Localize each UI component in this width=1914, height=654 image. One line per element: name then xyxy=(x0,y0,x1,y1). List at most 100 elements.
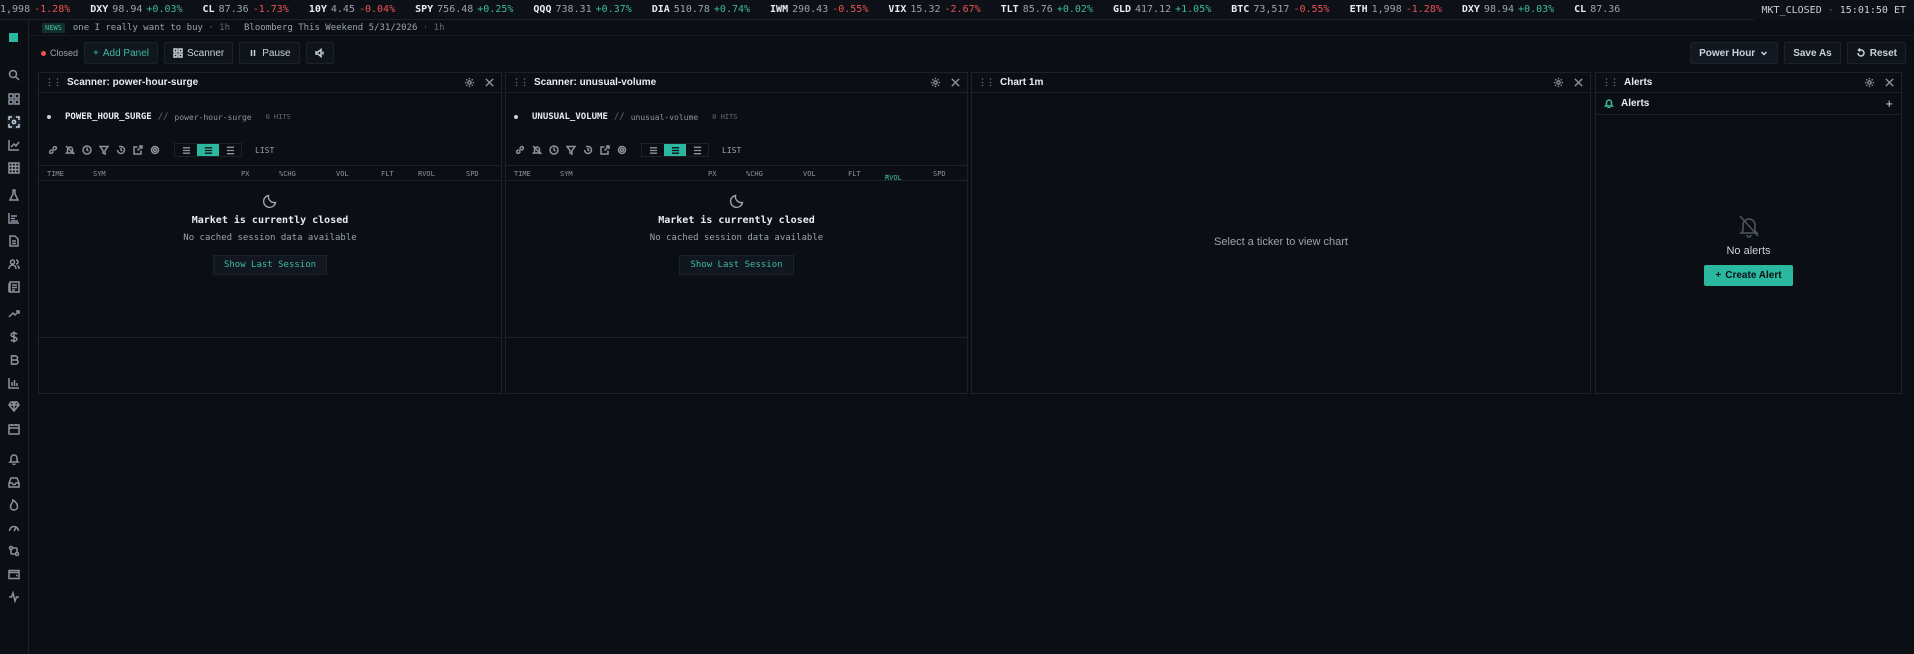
news-item[interactable]: one I really want to buy · 1h xyxy=(73,23,230,33)
drag-handle-icon[interactable]: ⋮⋮ xyxy=(512,77,529,88)
col-spd[interactable]: SPD xyxy=(466,170,479,178)
ticker-item[interactable]: TLT 85.76 +0.02% xyxy=(1001,4,1093,15)
git-compare-icon[interactable] xyxy=(7,544,21,558)
settings-icon[interactable] xyxy=(929,77,941,89)
col-chg[interactable]: %CHG xyxy=(746,170,763,178)
col-chg[interactable]: %CHG xyxy=(279,170,296,178)
col-px[interactable]: PX xyxy=(708,170,716,178)
external-link-icon[interactable] xyxy=(599,144,611,156)
close-icon[interactable] xyxy=(483,77,495,89)
inbox-icon[interactable] xyxy=(7,475,21,489)
ticker-item[interactable]: IWM 290.43 -0.55% xyxy=(770,4,868,15)
density-wide-button[interactable] xyxy=(219,144,241,156)
drag-handle-icon[interactable]: ⋮⋮ xyxy=(1602,77,1619,88)
col-time[interactable]: TIME xyxy=(47,170,64,178)
ticker-item[interactable]: DXY 98.94 +0.03% xyxy=(1462,4,1554,15)
bell-off-icon[interactable] xyxy=(64,144,76,156)
external-link-icon[interactable] xyxy=(132,144,144,156)
ticker-item[interactable]: 10Y 4.45 -0.04% xyxy=(309,4,395,15)
line-chart-icon[interactable] xyxy=(7,138,21,152)
col-px[interactable]: PX xyxy=(241,170,249,178)
show-last-session-button[interactable]: Show Last Session xyxy=(679,255,794,275)
link-icon[interactable] xyxy=(47,144,59,156)
ticker-item[interactable]: ETH 1,998 -1.28% xyxy=(1350,4,1442,15)
density-normal-button[interactable] xyxy=(664,144,686,156)
users-icon[interactable] xyxy=(7,257,21,271)
document-icon[interactable] xyxy=(7,234,21,248)
ticker-item[interactable]: VIX 15.32 -2.67% xyxy=(888,4,980,15)
ticker-item[interactable]: GLD 417.12 +1.05% xyxy=(1113,4,1211,15)
ticker-item[interactable]: QQQ 738.31 +0.37% xyxy=(533,4,631,15)
wallet-icon[interactable] xyxy=(7,567,21,581)
col-flt[interactable]: FLT xyxy=(381,170,394,178)
activity-icon[interactable] xyxy=(7,590,21,604)
close-icon[interactable] xyxy=(1883,77,1895,89)
history-icon[interactable] xyxy=(115,144,127,156)
col-rvol[interactable]: RVOL xyxy=(418,170,435,178)
ticker-item[interactable]: BTC 73,517 -0.55% xyxy=(1231,4,1329,15)
table-icon[interactable] xyxy=(7,161,21,175)
scanner-button[interactable]: Scanner xyxy=(164,42,234,64)
history-icon[interactable] xyxy=(582,144,594,156)
clock-icon[interactable] xyxy=(81,144,93,156)
scanner-icon[interactable] xyxy=(7,115,21,129)
settings-icon[interactable] xyxy=(463,77,475,89)
clock-icon[interactable] xyxy=(548,144,560,156)
density-compact-button[interactable] xyxy=(642,144,664,156)
settings-icon[interactable] xyxy=(1552,77,1564,89)
gauge-icon[interactable] xyxy=(7,521,21,535)
pause-button[interactable]: Pause xyxy=(239,42,300,64)
settings-icon[interactable] xyxy=(1863,77,1875,89)
col-spd[interactable]: SPD xyxy=(933,170,946,178)
density-normal-button[interactable] xyxy=(197,144,219,156)
calendar-icon[interactable] xyxy=(7,422,21,436)
col-flt[interactable]: FLT xyxy=(848,170,861,178)
show-last-session-button[interactable]: Show Last Session xyxy=(212,255,328,275)
density-compact-button[interactable] xyxy=(175,144,197,156)
bar-chart-icon[interactable] xyxy=(7,376,21,390)
add-alert-button[interactable]: + xyxy=(1885,96,1893,111)
reset-button[interactable]: Reset xyxy=(1846,42,1906,64)
ticker-item[interactable]: CL 87.36 xyxy=(1574,4,1620,15)
close-icon[interactable] xyxy=(949,77,961,89)
col-sym[interactable]: SYM xyxy=(93,170,106,178)
ticker-item[interactable]: CL 87.36 -1.73% xyxy=(203,4,289,15)
filter-icon[interactable] xyxy=(98,144,110,156)
col-vol[interactable]: VOL xyxy=(336,170,349,178)
bar-list-icon[interactable] xyxy=(7,211,21,225)
col-rvol-sorted[interactable]: RVOL ⌄ xyxy=(885,170,902,182)
density-wide-button[interactable] xyxy=(686,144,708,156)
ticker-item[interactable]: SPY 756.48 +0.25% xyxy=(415,4,513,15)
bell-icon[interactable] xyxy=(7,452,21,466)
create-alert-button[interactable]: + Create Alert xyxy=(1704,265,1793,286)
app-logo[interactable] xyxy=(9,33,18,42)
ticker-item[interactable]: DIA 510.78 +0.74% xyxy=(652,4,750,15)
list-view-label[interactable]: LIST xyxy=(722,146,741,155)
bell-off-icon[interactable] xyxy=(531,144,543,156)
news-icon[interactable] xyxy=(7,280,21,294)
gear-icon[interactable] xyxy=(616,144,628,156)
bitcoin-icon[interactable] xyxy=(7,353,21,367)
mute-button[interactable] xyxy=(305,42,334,64)
search-icon[interactable] xyxy=(7,68,21,82)
ticker-item[interactable]: 1,998 -1.28% xyxy=(0,4,70,15)
diamond-icon[interactable] xyxy=(7,399,21,413)
dollar-icon[interactable] xyxy=(7,330,21,344)
flask-icon[interactable] xyxy=(7,188,21,202)
dashboard-icon[interactable] xyxy=(7,92,21,106)
col-time[interactable]: TIME xyxy=(514,170,531,178)
flame-icon[interactable] xyxy=(7,498,21,512)
col-sym[interactable]: SYM xyxy=(560,170,573,178)
trending-up-icon[interactable] xyxy=(7,307,21,321)
drag-handle-icon[interactable]: ⋮⋮ xyxy=(45,77,62,88)
add-panel-button[interactable]: + Add Panel xyxy=(84,42,159,64)
save-as-button[interactable]: Save As xyxy=(1784,42,1841,64)
link-icon[interactable] xyxy=(514,144,526,156)
ticker-item[interactable]: DXY 98.94 +0.03% xyxy=(90,4,182,15)
col-vol[interactable]: VOL xyxy=(803,170,816,178)
list-view-label[interactable]: LIST xyxy=(255,146,274,155)
close-icon[interactable] xyxy=(1572,77,1584,89)
filter-icon[interactable] xyxy=(565,144,577,156)
gear-icon[interactable] xyxy=(149,144,161,156)
news-item[interactable]: Bloomberg This Weekend 5/31/2026 · 1h xyxy=(244,23,445,33)
